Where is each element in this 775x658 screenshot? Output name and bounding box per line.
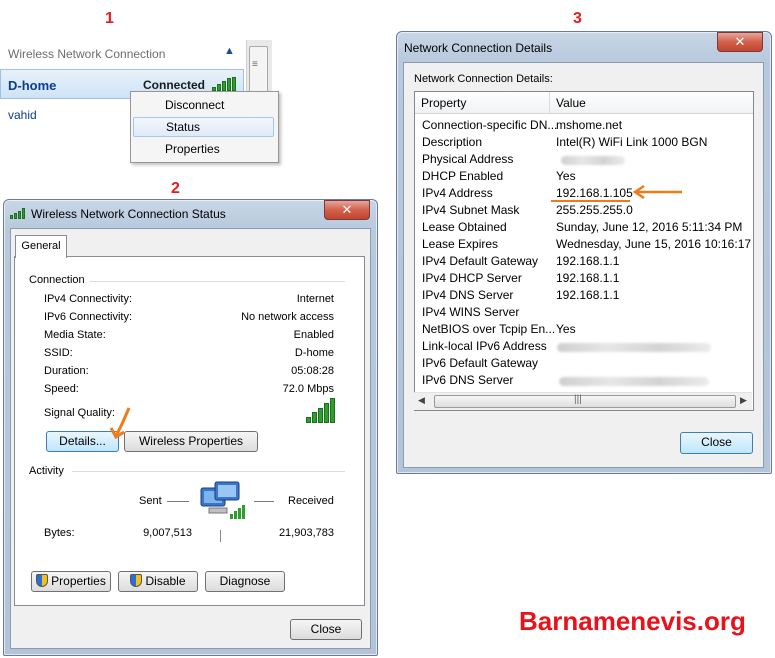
close-icon[interactable]: ✕ bbox=[324, 200, 370, 220]
wireless-properties-button[interactable]: Wireless Properties bbox=[124, 431, 258, 452]
list-item[interactable]: IPv6 Default Gateway bbox=[415, 355, 753, 372]
column-header-value[interactable]: Value bbox=[550, 92, 753, 114]
scroll-right-icon[interactable]: ▶ bbox=[740, 395, 747, 406]
network-name: D-home bbox=[8, 78, 57, 93]
details-close-button[interactable]: Close bbox=[680, 432, 753, 454]
field-label: SSID: bbox=[44, 347, 73, 359]
signal-quality-icon bbox=[306, 398, 336, 423]
menu-item-status[interactable]: Status bbox=[133, 117, 274, 137]
list-item[interactable]: IPv4 Default Gateway 192.168.1.1 bbox=[415, 253, 753, 270]
status-close-button[interactable]: Close bbox=[290, 619, 362, 640]
scrollbar-thumb[interactable] bbox=[434, 395, 736, 408]
field-value: D-home bbox=[294, 347, 334, 359]
diagnose-button[interactable]: Diagnose bbox=[205, 571, 285, 592]
details-heading: Network Connection Details: bbox=[414, 73, 553, 85]
field-value: Enabled bbox=[293, 329, 334, 341]
ipv4-underline bbox=[551, 200, 630, 202]
step-number-3: 3 bbox=[573, 10, 582, 27]
list-item[interactable]: Connection-specific DN... mshome.net bbox=[415, 117, 753, 134]
list-item[interactable]: IPv4 DHCP Server 192.168.1.1 bbox=[415, 270, 753, 287]
shield-icon bbox=[36, 574, 49, 587]
connection-divider bbox=[90, 281, 345, 282]
field-label: IPv4 Connectivity: bbox=[44, 293, 133, 305]
redacted-mac-address bbox=[561, 156, 625, 165]
field-label: Duration: bbox=[44, 365, 89, 377]
field-label: Speed: bbox=[44, 383, 79, 395]
network-status: Connected bbox=[143, 78, 206, 92]
bytes-received-value: 21,903,783 bbox=[278, 527, 334, 539]
annotation-arrow-icon bbox=[632, 184, 682, 200]
list-item[interactable]: Description Intel(R) WiFi Link 1000 BGN bbox=[415, 134, 753, 151]
list-item[interactable]: Link-local IPv6 Address bbox=[415, 338, 753, 355]
column-header-property[interactable]: Property bbox=[415, 92, 550, 114]
list-item[interactable]: Lease Expires Wednesday, June 15, 2016 10… bbox=[415, 236, 753, 253]
properties-button[interactable]: Properties bbox=[31, 571, 111, 592]
bytes-label: Bytes: bbox=[44, 527, 75, 539]
list-item[interactable]: DHCP Enabled Yes bbox=[415, 168, 753, 185]
sent-label: Sent bbox=[139, 495, 162, 507]
received-line bbox=[254, 501, 274, 502]
list-item[interactable]: IPv4 WINS Server bbox=[415, 304, 753, 321]
signal-strength-icon bbox=[212, 77, 236, 91]
list-item[interactable]: NetBIOS over Tcpip En... Yes bbox=[415, 321, 753, 338]
scrollbar-grip-icon: ||| bbox=[574, 394, 582, 405]
details-list[interactable]: Property Value Connection-specific DN...… bbox=[414, 91, 754, 411]
list-item[interactable]: IPv4 Subnet Mask 255.255.255.0 bbox=[415, 202, 753, 219]
details-window-title: Network Connection Details bbox=[404, 41, 553, 55]
field-value: No network access bbox=[241, 311, 334, 323]
menu-item-properties[interactable]: Properties bbox=[133, 139, 274, 159]
disable-button-label: Disable bbox=[145, 574, 186, 588]
received-label: Received bbox=[288, 495, 334, 507]
scrollbar-grip-icon: ≡ bbox=[252, 59, 258, 70]
activity-divider bbox=[72, 471, 345, 472]
network-computers-icon bbox=[200, 481, 245, 519]
signal-quality-label: Signal Quality: bbox=[44, 407, 115, 419]
sent-line bbox=[167, 501, 189, 502]
field-value: 72.0 Mbps bbox=[282, 383, 334, 395]
activity-heading: Activity bbox=[29, 465, 64, 477]
close-icon[interactable]: ✕ bbox=[717, 32, 763, 52]
tab-general[interactable]: General bbox=[15, 235, 67, 258]
redacted-dns-address bbox=[559, 377, 709, 386]
step-number-1: 1 bbox=[105, 10, 114, 27]
bytes-sent-value: 9,007,513 bbox=[143, 527, 192, 539]
collapse-chevron-icon[interactable]: ▲ bbox=[224, 45, 235, 57]
watermark-text: Barnamenevis.org bbox=[519, 606, 746, 636]
network-item-vahid[interactable]: vahid bbox=[8, 108, 37, 122]
wireless-network-header: Wireless Network Connection bbox=[8, 47, 166, 61]
list-item[interactable]: Physical Address bbox=[415, 151, 753, 168]
step-number-2: 2 bbox=[171, 180, 180, 197]
properties-button-label: Properties bbox=[51, 574, 106, 588]
menu-item-disconnect[interactable]: Disconnect bbox=[133, 95, 274, 115]
scroll-left-icon[interactable]: ◀ bbox=[418, 395, 425, 406]
status-window-title: Wireless Network Connection Status bbox=[31, 207, 226, 221]
annotation-arrow-icon bbox=[109, 407, 131, 440]
disable-button[interactable]: Disable bbox=[118, 571, 198, 592]
field-value: Internet bbox=[296, 293, 334, 305]
list-item[interactable]: Lease Obtained Sunday, June 12, 2016 5:11… bbox=[415, 219, 753, 236]
redacted-ipv6-address bbox=[557, 343, 711, 352]
shield-icon bbox=[130, 574, 143, 587]
details-horizontal-scrollbar[interactable]: ◀ ||| ▶ bbox=[414, 392, 752, 410]
list-item[interactable]: IPv4 DNS Server 192.168.1.1 bbox=[415, 287, 753, 304]
field-label: IPv6 Connectivity: bbox=[44, 311, 133, 323]
field-label: Media State: bbox=[44, 329, 106, 341]
window-signal-icon bbox=[10, 208, 26, 219]
scrollbar-thumb[interactable] bbox=[249, 46, 268, 94]
context-menu: Disconnect Status Properties bbox=[130, 91, 279, 163]
connection-heading: Connection bbox=[29, 274, 85, 286]
field-value: 05:08:28 bbox=[291, 365, 334, 377]
list-item[interactable]: IPv6 DNS Server bbox=[415, 372, 753, 389]
